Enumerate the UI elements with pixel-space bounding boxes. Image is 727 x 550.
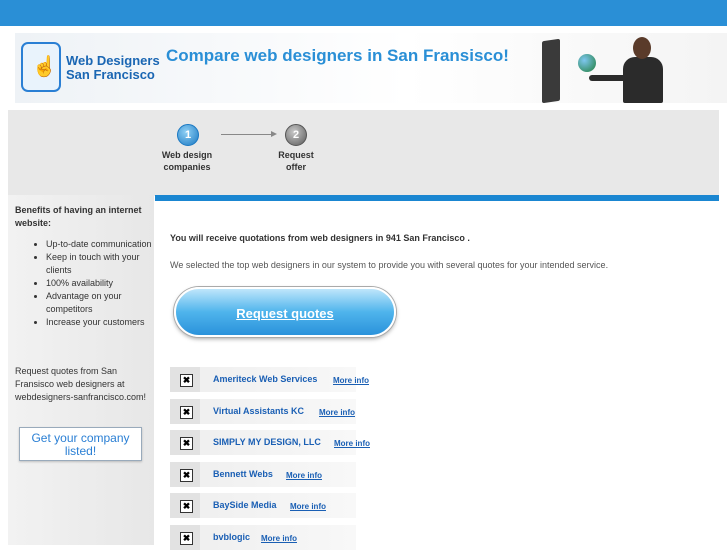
get-listed-button[interactable]: Get your company listed! [19, 427, 142, 461]
company-checkbox[interactable]: ✖ [180, 437, 193, 450]
globe-icon [578, 54, 596, 72]
logo-line-2: San Francisco [66, 67, 155, 82]
benefits-list: Up-to-date communication Keep in touch w… [30, 238, 166, 329]
step-2-icon: 2 [285, 124, 307, 146]
company-checkbox[interactable]: ✖ [180, 532, 193, 545]
more-info-link[interactable]: More info [290, 502, 326, 511]
company-checkbox[interactable]: ✖ [180, 469, 193, 482]
more-info-link[interactable]: More info [319, 408, 355, 417]
pointing-hand-icon: ☝ [32, 56, 57, 78]
arrow-right-icon [221, 131, 277, 137]
step-2-label: Request offer [278, 150, 314, 172]
more-info-link[interactable]: More info [333, 376, 369, 385]
step-1-label: Web design companies [161, 150, 213, 172]
content-divider [155, 195, 719, 201]
logo[interactable]: ☝ [21, 42, 61, 92]
company-name[interactable]: Virtual Assistants KC [213, 406, 304, 416]
site-header: ☝ Web Designers San Francisco Compare we… [15, 33, 727, 104]
intro-text: We selected the top web designers in our… [170, 260, 609, 270]
company-row: ✖ Ameriteck Web Services More info [170, 367, 369, 392]
benefit-item: 100% availability [46, 277, 166, 290]
person-illustration [589, 35, 675, 103]
benefit-item: Advantage on your competitors [46, 290, 166, 316]
sidebar-heading: Benefits of having an internet website: [15, 205, 142, 228]
company-checkbox[interactable]: ✖ [180, 500, 193, 513]
more-info-link[interactable]: More info [334, 439, 370, 448]
company-row: ✖ Bennett Webs More info [170, 462, 356, 487]
company-row: ✖ SIMPLY MY DESIGN, LLC More info [170, 430, 370, 455]
company-name[interactable]: Bennett Webs [213, 469, 273, 479]
step-1-icon: 1 [177, 124, 199, 146]
company-checkbox[interactable]: ✖ [180, 374, 193, 387]
company-name[interactable]: SIMPLY MY DESIGN, LLC [213, 437, 321, 447]
company-row: ✖ Virtual Assistants KC More info [170, 399, 356, 424]
company-name[interactable]: Ameriteck Web Services [213, 374, 317, 384]
sidebar-note: Request quotes from San Fransisco web de… [15, 366, 147, 402]
company-row: ✖ bvblogic More info [170, 525, 356, 550]
company-row: ✖ BaySide Media More info [170, 493, 356, 518]
company-name[interactable]: bvblogic [213, 532, 250, 542]
more-info-link[interactable]: More info [286, 471, 322, 480]
page-title: Compare web designers in San Fransisco! [166, 46, 509, 65]
intro-heading: You will receive quotations from web des… [170, 233, 470, 243]
request-quotes-button[interactable]: Request quotes [174, 287, 396, 337]
logo-line-1: Web Designers [66, 53, 160, 68]
steps-band [8, 110, 719, 196]
monitor-illustration [542, 38, 560, 104]
benefit-item: Keep in touch with your clients [46, 251, 166, 277]
top-bar [0, 0, 727, 26]
benefit-item: Up-to-date communication [46, 238, 166, 251]
benefit-item: Increase your customers [46, 316, 166, 329]
company-name[interactable]: BaySide Media [213, 500, 277, 510]
company-checkbox[interactable]: ✖ [180, 406, 193, 419]
more-info-link[interactable]: More info [261, 534, 297, 543]
logo-text[interactable]: Web Designers San Francisco [66, 54, 160, 82]
